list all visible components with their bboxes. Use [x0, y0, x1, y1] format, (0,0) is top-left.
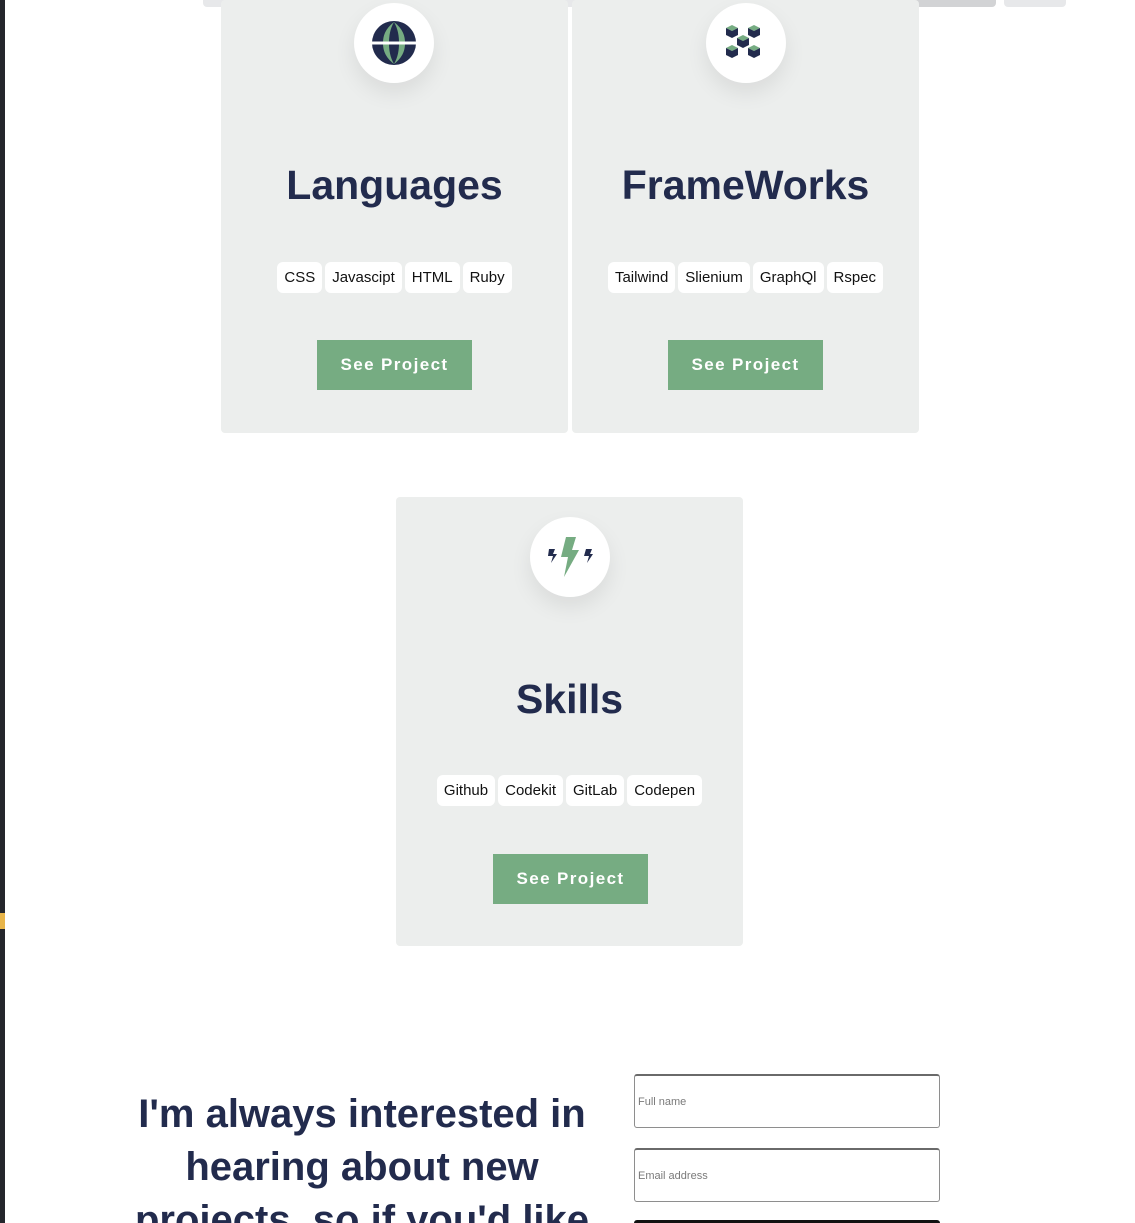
lightning-icon-circle: [530, 517, 610, 597]
left-window-edge: [0, 0, 5, 1223]
cubes-icon-circle: [706, 3, 786, 83]
cubes-icon: [726, 25, 760, 58]
tag-list: CSS Javascipt HTML Ruby: [221, 262, 568, 293]
lightning-icon: [548, 537, 593, 577]
tag: Codekit: [498, 775, 563, 806]
tag: Slienium: [678, 262, 750, 293]
tag: Rspec: [826, 262, 884, 293]
tag-list: Github Codekit GitLab Codepen: [396, 775, 743, 806]
full-name-field[interactable]: [634, 1074, 940, 1128]
tag: Tailwind: [607, 262, 676, 293]
tag: HTML: [404, 262, 460, 293]
contact-heading: I'm always interested in hearing about n…: [134, 1092, 590, 1223]
tag: GraphQl: [752, 262, 824, 293]
tag: Javascipt: [325, 262, 402, 293]
tag: GitLab: [565, 775, 625, 806]
card-title: FrameWorks: [621, 162, 870, 208]
frameworks-card: FrameWorks Tailwind Slienium GraphQl Rsp…: [572, 0, 919, 433]
skills-card: Skills Github Codekit GitLab Codepen See…: [396, 497, 743, 946]
card-title: Skills: [515, 676, 624, 722]
languages-card: Languages CSS Javascipt HTML Ruby See Pr…: [221, 0, 568, 433]
tag: Ruby: [462, 262, 512, 293]
edge-marker: [0, 913, 5, 929]
email-field[interactable]: [634, 1148, 940, 1202]
see-project-button[interactable]: See Project: [317, 340, 472, 390]
tag: Codepen: [627, 775, 703, 806]
browser-tab[interactable]: [1004, 0, 1066, 7]
globe-icon-circle: [354, 3, 434, 83]
see-project-button[interactable]: See Project: [493, 854, 648, 904]
tag-list: Tailwind Slienium GraphQl Rspec: [572, 262, 919, 293]
card-title: Languages: [286, 162, 503, 208]
tag: Github: [436, 775, 496, 806]
see-project-button[interactable]: See Project: [668, 340, 823, 390]
globe-icon: [372, 21, 416, 65]
tag: CSS: [277, 262, 323, 293]
